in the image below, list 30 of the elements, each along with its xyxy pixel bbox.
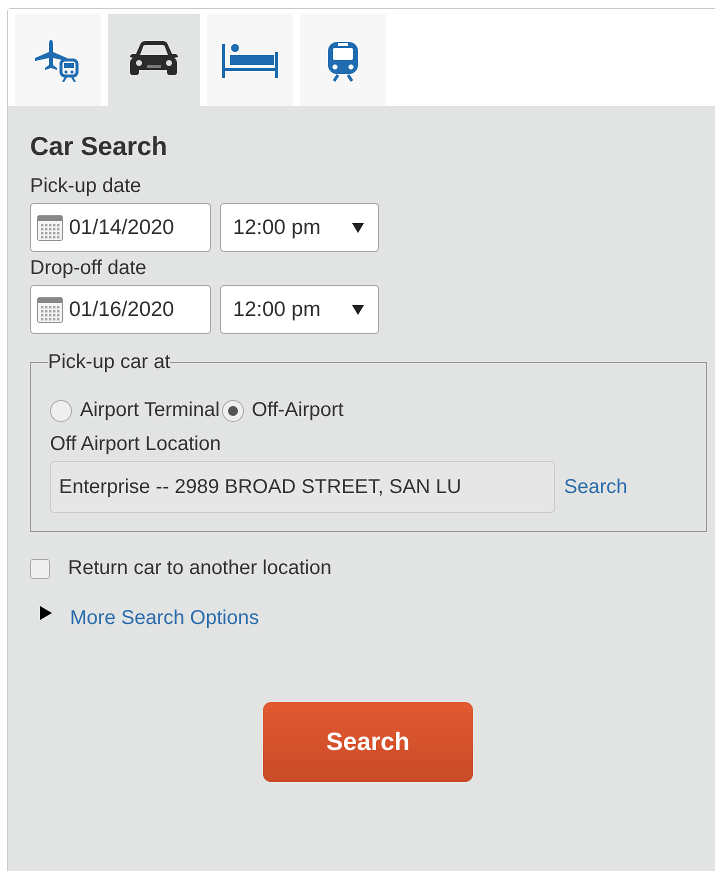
date-field[interactable]: 01/16/2020 [30,285,211,334]
calendar-icon [37,214,63,240]
tab[interactable] [108,14,200,106]
calendar-icon [37,296,63,322]
bed-icon [222,42,278,78]
more-options-link[interactable]: More Search Options [70,606,259,630]
radio-label[interactable]: Off-Airport [252,399,344,422]
date-value: 01/16/2020 [69,298,174,322]
checkbox-label[interactable]: Return car to another location [68,557,332,580]
field-label: Pick-up date [30,174,142,198]
search-link[interactable]: Search [564,476,628,498]
radio-button[interactable] [50,400,72,422]
panel-title: Car Search [30,130,168,163]
radio-button[interactable] [222,400,244,422]
dropdown-arrow-icon [352,222,364,232]
field-label: Drop-off date [30,256,148,280]
tab[interactable] [15,14,101,106]
tab[interactable] [300,14,386,106]
location-field[interactable]: Enterprise -- 2989 BROAD STREET, SAN LU [50,461,555,513]
search-button[interactable]: Search [263,702,473,782]
time-dropdown[interactable]: 12:00 pm [220,285,379,334]
plane-train-icon [35,38,81,82]
radio-label[interactable]: Airport Terminal [80,399,220,422]
dropdown-arrow-icon [352,304,364,314]
date-field[interactable]: 01/14/2020 [30,203,211,252]
tab[interactable] [207,14,293,106]
checkbox[interactable] [30,558,50,578]
time-dropdown[interactable]: 12:00 pm [220,203,379,252]
field-label: Off Airport Location [50,432,222,456]
date-value: 01/14/2020 [69,216,174,240]
